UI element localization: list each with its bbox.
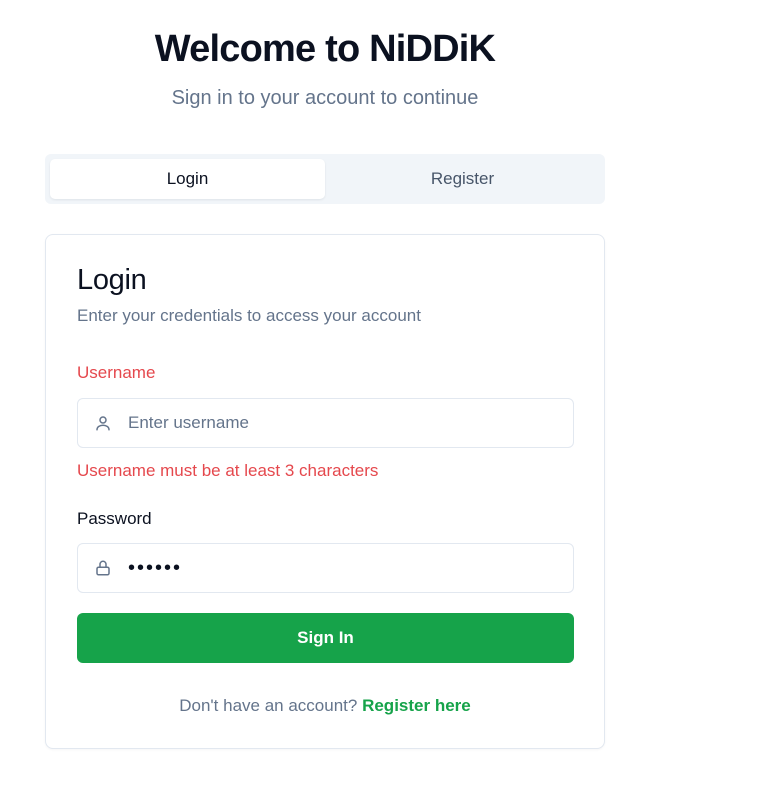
username-field bbox=[77, 398, 574, 448]
sign-in-button[interactable]: Sign In bbox=[77, 613, 574, 663]
tab-login[interactable]: Login bbox=[50, 159, 325, 199]
password-input[interactable] bbox=[128, 556, 548, 580]
register-link[interactable]: Register here bbox=[362, 696, 471, 715]
page-title: Welcome to NiDDiK bbox=[154, 28, 496, 70]
card-description: Enter your credentials to access your ac… bbox=[77, 306, 421, 325]
password-label: Password bbox=[77, 509, 152, 528]
username-label: Username bbox=[77, 363, 156, 382]
password-field bbox=[77, 543, 574, 593]
page-subtitle: Sign in to your account to continue bbox=[171, 87, 479, 109]
lock-icon bbox=[94, 559, 112, 577]
auth-tabs: Login Register bbox=[45, 154, 605, 204]
user-icon bbox=[94, 414, 112, 432]
login-card: Login Enter your credentials to access y… bbox=[45, 234, 605, 749]
username-input[interactable] bbox=[128, 413, 548, 433]
register-prompt-text: Don't have an account? bbox=[179, 696, 358, 715]
register-prompt: Don't have an account? Register here bbox=[46, 696, 604, 716]
card-title: Login bbox=[77, 264, 147, 296]
tab-register[interactable]: Register bbox=[325, 159, 600, 199]
username-error: Username must be at least 3 characters bbox=[77, 461, 379, 480]
